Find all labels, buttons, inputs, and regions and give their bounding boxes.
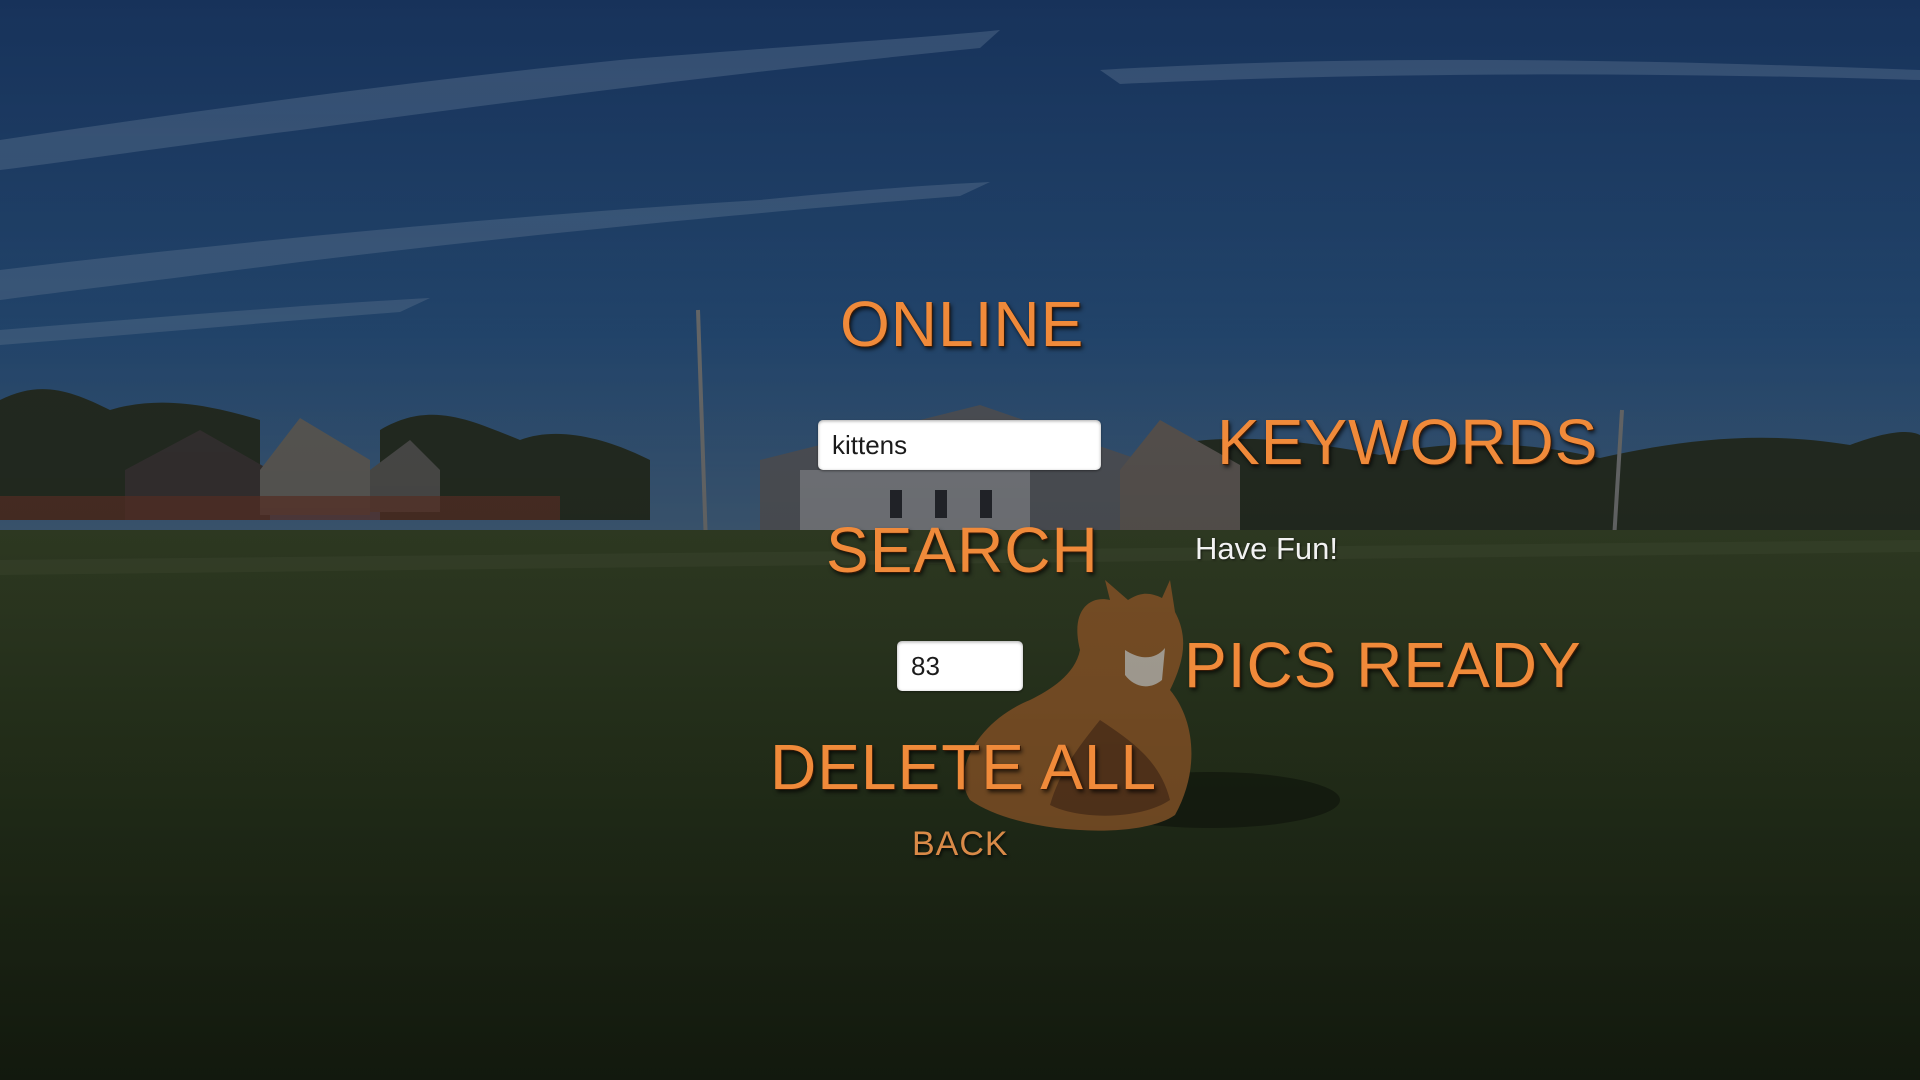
online-menu: ONLINE KEYWORDS SEARCH Have Fun! PICS RE… <box>0 0 1920 1080</box>
keyword-input[interactable] <box>818 420 1101 470</box>
pics-count-input[interactable] <box>897 641 1023 691</box>
pics-ready-label: PICS READY <box>1184 629 1582 701</box>
back-button[interactable]: BACK <box>912 826 1009 862</box>
delete-all-button[interactable]: DELETE ALL <box>770 735 1157 799</box>
keywords-label: KEYWORDS <box>1217 406 1599 478</box>
status-message: Have Fun! <box>1195 531 1339 566</box>
online-title: ONLINE <box>840 288 1085 360</box>
search-button[interactable]: SEARCH <box>826 518 1099 582</box>
